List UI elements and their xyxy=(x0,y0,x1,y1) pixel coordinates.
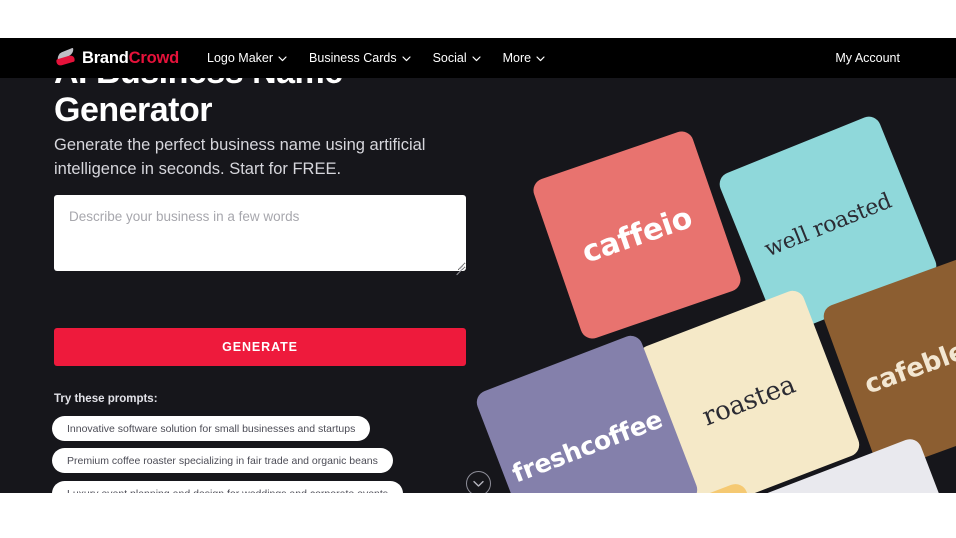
browser-chrome-bar xyxy=(0,0,956,38)
brandcrowd-logo-text: BrandCrowd xyxy=(82,49,179,68)
main-navigation: Logo Maker Business Cards Social More xyxy=(207,51,545,65)
hero-subtitle: Generate the perfect business name using… xyxy=(54,136,426,178)
nav-item-label: More xyxy=(502,51,532,65)
site-header: BrandCrowd Logo Maker Business Cards Soc… xyxy=(0,38,956,78)
chevron-down-icon xyxy=(473,480,484,488)
nav-item-logo-maker[interactable]: Logo Maker xyxy=(207,51,287,65)
scroll-down-button[interactable] xyxy=(466,471,491,493)
nav-item-social[interactable]: Social xyxy=(433,51,481,65)
brand-card-label: cafeblend xyxy=(860,323,956,400)
generate-button[interactable]: GENERATE xyxy=(54,328,466,366)
nav-item-label: Business Cards xyxy=(309,51,397,65)
nav-item-business-cards[interactable]: Business Cards xyxy=(309,51,411,65)
below-fold-area xyxy=(0,493,956,538)
brand-card-label: roastea xyxy=(698,369,800,433)
nav-item-label: Social xyxy=(432,51,467,65)
logo-text-brand: Brand xyxy=(82,48,129,67)
try-these-prompts-label: Try these prompts: xyxy=(54,393,158,405)
chevron-down-icon xyxy=(401,51,411,65)
page-viewport: caffeio well roasted cafeblend roastea f… xyxy=(0,38,956,493)
chevron-down-icon xyxy=(536,51,545,65)
brand-card-label: caffeio xyxy=(577,199,697,271)
brandcrowd-swoosh-icon xyxy=(56,47,76,67)
prompt-suggestion-chip[interactable]: Premium coffee roaster specializing in f… xyxy=(52,448,393,473)
brandcrowd-logo[interactable]: BrandCrowd xyxy=(56,47,179,68)
business-description-input[interactable] xyxy=(54,195,466,271)
logo-text-crowd: Crowd xyxy=(128,48,180,67)
brand-card-caffeio: caffeio xyxy=(530,128,744,342)
hero-section: AI Business Name Generator Generate the … xyxy=(0,38,520,493)
brand-card-label: well roasted xyxy=(760,188,896,262)
my-account-link[interactable]: My Account xyxy=(835,51,900,65)
chevron-down-icon xyxy=(472,51,481,65)
brand-card-label: freshcoffee xyxy=(507,404,667,488)
nav-item-more[interactable]: More xyxy=(503,51,545,65)
prompt-suggestion-chip[interactable]: Innovative software solution for small b… xyxy=(52,416,371,441)
nav-item-label: Logo Maker xyxy=(207,51,274,65)
chevron-down-icon xyxy=(278,51,287,65)
prompt-suggestion-chip[interactable]: Luxury event planning and design for wed… xyxy=(52,481,404,493)
